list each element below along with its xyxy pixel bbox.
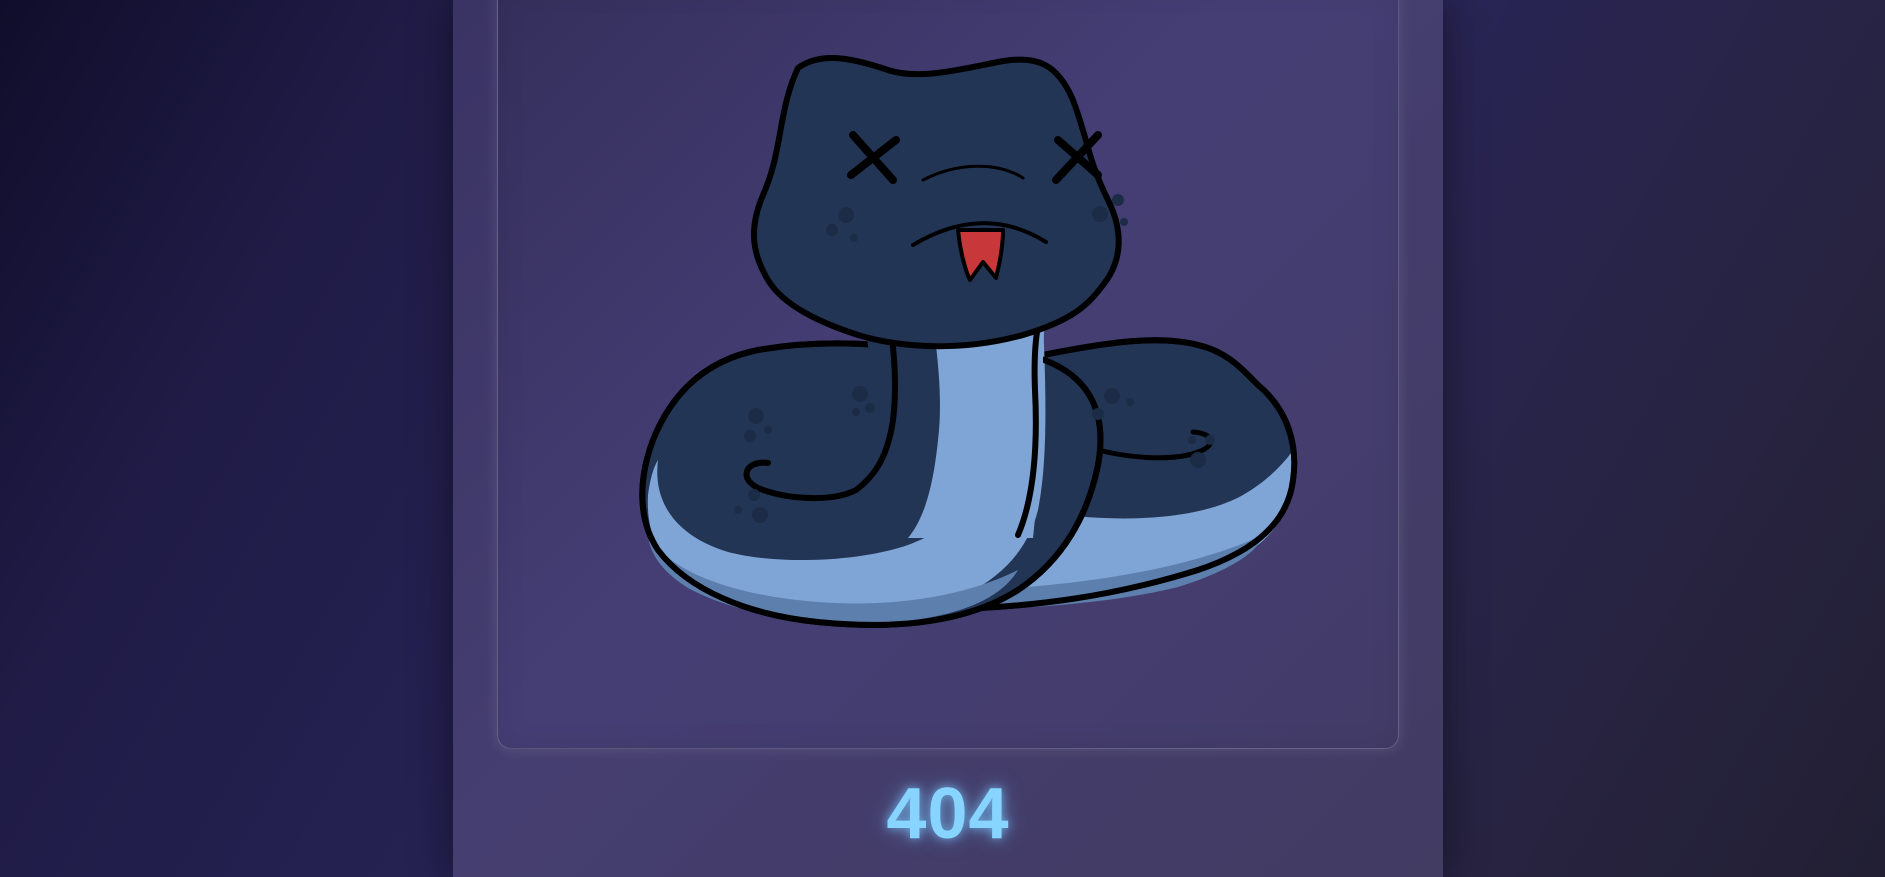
snake-head: [750, 55, 1122, 350]
error-card: 404: [453, 0, 1443, 877]
illustration-frame: [497, 0, 1399, 749]
dead-snake-icon: [639, 55, 1298, 628]
error-code: 404: [886, 774, 1010, 854]
